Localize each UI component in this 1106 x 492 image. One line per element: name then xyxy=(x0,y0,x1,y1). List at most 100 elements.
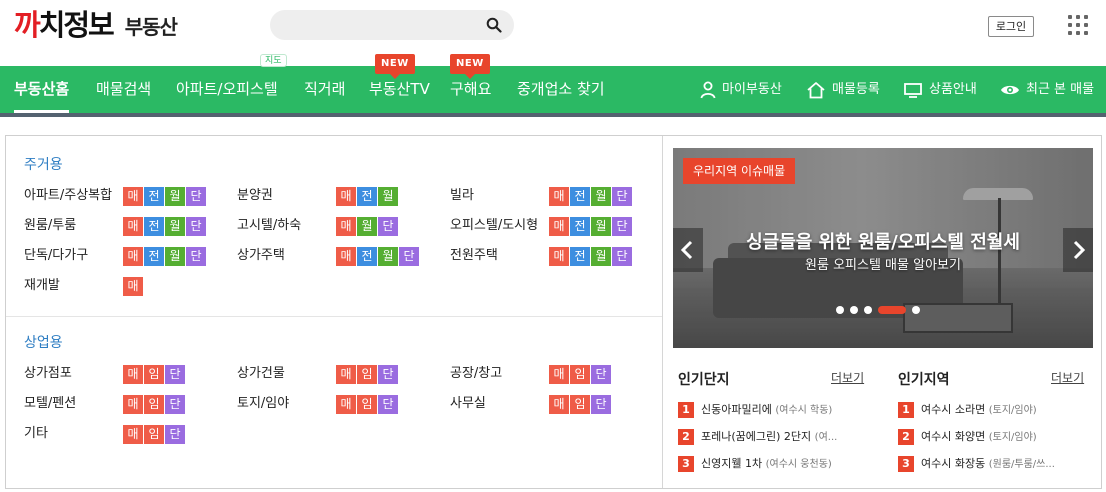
category-item[interactable]: 재개발 매 xyxy=(24,276,234,296)
nav-item-find-agency[interactable]: 중개업소 찾기 xyxy=(517,66,605,113)
tag-lease[interactable]: 임 xyxy=(357,365,377,384)
list-item[interactable]: 1 신동아파밀리에 (여수시 학동) xyxy=(678,402,858,420)
category-item[interactable]: 전원주택 매 전 월 단 xyxy=(450,246,660,266)
tag-sale[interactable]: 매 xyxy=(336,395,356,414)
tag-sale[interactable]: 매 xyxy=(336,187,356,206)
tag-short[interactable]: 단 xyxy=(591,365,611,384)
list-item[interactable]: 3 여수시 화장동 (원룸/투룸/쓰... xyxy=(898,456,1078,474)
tag-monthly[interactable]: 월 xyxy=(591,217,611,236)
list-item[interactable]: 3 신영지웰 1차 (여수시 웅천동) xyxy=(678,456,858,474)
tag-sale[interactable]: 매 xyxy=(123,365,143,384)
tag-jeonse[interactable]: 전 xyxy=(570,247,590,266)
category-item[interactable]: 원룸/투룸 매 전 월 단 xyxy=(24,216,234,236)
tag-short[interactable]: 단 xyxy=(612,217,632,236)
category-item[interactable]: 고시텔/하숙 매 월 단 xyxy=(237,216,447,236)
nav-item-apartment[interactable]: 지도 아파트/오피스텔 xyxy=(176,54,287,113)
tag-sale[interactable]: 매 xyxy=(123,187,143,206)
slide-dot[interactable] xyxy=(912,306,920,314)
tag-monthly[interactable]: 월 xyxy=(591,187,611,206)
tag-jeonse[interactable]: 전 xyxy=(144,247,164,266)
search-icon[interactable] xyxy=(486,17,502,33)
tag-jeonse[interactable]: 전 xyxy=(144,187,164,206)
nav-recently-viewed[interactable]: 최근 본 매물 xyxy=(1000,66,1094,113)
category-item[interactable]: 상가주택 매 전 월 단 xyxy=(237,246,447,266)
list-item[interactable]: 1 여수시 소라면 (토지/임야) xyxy=(898,402,1078,420)
tag-monthly[interactable]: 월 xyxy=(357,217,377,236)
tag-jeonse[interactable]: 전 xyxy=(357,187,377,206)
tag-sale[interactable]: 매 xyxy=(549,395,569,414)
popular-complex-more-link[interactable]: 더보기 xyxy=(831,369,864,386)
tag-monthly[interactable]: 월 xyxy=(165,247,185,266)
nav-register-listing[interactable]: 매물등록 xyxy=(806,66,880,113)
tag-short[interactable]: 단 xyxy=(612,247,632,266)
tag-jeonse[interactable]: 전 xyxy=(144,217,164,236)
slide-dot-active[interactable] xyxy=(878,306,906,314)
login-button[interactable]: 로그인 xyxy=(988,16,1034,37)
tag-monthly[interactable]: 월 xyxy=(591,247,611,266)
tag-sale[interactable]: 매 xyxy=(549,247,569,266)
category-item[interactable]: 모텔/펜션 매 임 단 xyxy=(24,394,234,414)
tag-lease[interactable]: 임 xyxy=(144,425,164,444)
tag-sale[interactable]: 매 xyxy=(123,217,143,236)
tag-short[interactable]: 단 xyxy=(165,425,185,444)
tag-short[interactable]: 단 xyxy=(591,395,611,414)
popular-region-more-link[interactable]: 더보기 xyxy=(1051,369,1084,386)
nav-item-wanted[interactable]: NEW 구해요 xyxy=(450,54,491,113)
list-item[interactable]: 2 여수시 화양면 (토지/임야) xyxy=(898,429,1078,447)
tag-jeonse[interactable]: 전 xyxy=(570,217,590,236)
category-item[interactable]: 상가건물 매 임 단 xyxy=(237,364,447,384)
category-item[interactable]: 빌라 매 전 월 단 xyxy=(450,186,660,206)
site-logo[interactable]: 까치정보 부동산 xyxy=(14,6,178,44)
category-item[interactable]: 사무실 매 임 단 xyxy=(450,394,660,414)
category-item[interactable]: 토지/임야 매 임 단 xyxy=(237,394,447,414)
nav-item-home[interactable]: 부동산홈 xyxy=(14,66,70,113)
category-item[interactable]: 상가점포 매 임 단 xyxy=(24,364,234,384)
tag-lease[interactable]: 임 xyxy=(570,395,590,414)
tag-sale[interactable]: 매 xyxy=(549,187,569,206)
tag-monthly[interactable]: 월 xyxy=(378,247,398,266)
category-item[interactable]: 기타 매 임 단 xyxy=(24,424,234,444)
slide-dot[interactable] xyxy=(850,306,858,314)
category-item[interactable]: 오피스텔/도시형 매 전 월 단 xyxy=(450,216,660,236)
tag-jeonse[interactable]: 전 xyxy=(357,247,377,266)
nav-item-tv[interactable]: NEW 부동산TV xyxy=(369,54,430,113)
tag-lease[interactable]: 임 xyxy=(144,365,164,384)
tag-monthly[interactable]: 월 xyxy=(165,187,185,206)
tag-monthly[interactable]: 월 xyxy=(378,187,398,206)
tag-sale[interactable]: 매 xyxy=(123,277,143,296)
tag-short[interactable]: 단 xyxy=(378,217,398,236)
tag-sale[interactable]: 매 xyxy=(336,365,356,384)
tag-short[interactable]: 단 xyxy=(186,247,206,266)
search-input[interactable] xyxy=(284,16,474,34)
apps-grid-icon[interactable] xyxy=(1068,15,1088,35)
nav-item-search[interactable]: 매물검색 xyxy=(96,66,151,113)
tag-lease[interactable]: 임 xyxy=(357,395,377,414)
tag-short[interactable]: 단 xyxy=(165,395,185,414)
prev-slide-button[interactable] xyxy=(673,228,703,272)
tag-sale[interactable]: 매 xyxy=(336,217,356,236)
tag-short[interactable]: 단 xyxy=(612,187,632,206)
tag-monthly[interactable]: 월 xyxy=(165,217,185,236)
slide-dot[interactable] xyxy=(864,306,872,314)
tag-short[interactable]: 단 xyxy=(378,395,398,414)
tag-short[interactable]: 단 xyxy=(399,247,419,266)
slide-dot[interactable] xyxy=(836,306,844,314)
tag-lease[interactable]: 임 xyxy=(570,365,590,384)
category-item[interactable]: 분양권 매 전 월 xyxy=(237,186,447,206)
tag-sale[interactable]: 매 xyxy=(336,247,356,266)
category-item[interactable]: 아파트/주상복합 매 전 월 단 xyxy=(24,186,234,206)
list-item[interactable]: 2 포레나(꿈에그린) 2단지 (여... xyxy=(678,429,858,447)
nav-item-direct-deal[interactable]: 직거래 xyxy=(304,66,345,113)
tag-short[interactable]: 단 xyxy=(378,365,398,384)
next-slide-button[interactable] xyxy=(1063,228,1093,272)
promo-banner[interactable]: 우리지역 이슈매물 싱글들을 위한 원룸/오피스텔 전월세 원룸 오피스텔 매물… xyxy=(673,148,1093,348)
tag-short[interactable]: 단 xyxy=(186,217,206,236)
tag-sale[interactable]: 매 xyxy=(123,247,143,266)
nav-product-info[interactable]: 상품안내 xyxy=(903,66,977,113)
tag-lease[interactable]: 임 xyxy=(144,395,164,414)
tag-sale[interactable]: 매 xyxy=(123,395,143,414)
tag-sale[interactable]: 매 xyxy=(549,365,569,384)
category-item[interactable]: 단독/다가구 매 전 월 단 xyxy=(24,246,234,266)
tag-sale[interactable]: 매 xyxy=(549,217,569,236)
tag-short[interactable]: 단 xyxy=(186,187,206,206)
